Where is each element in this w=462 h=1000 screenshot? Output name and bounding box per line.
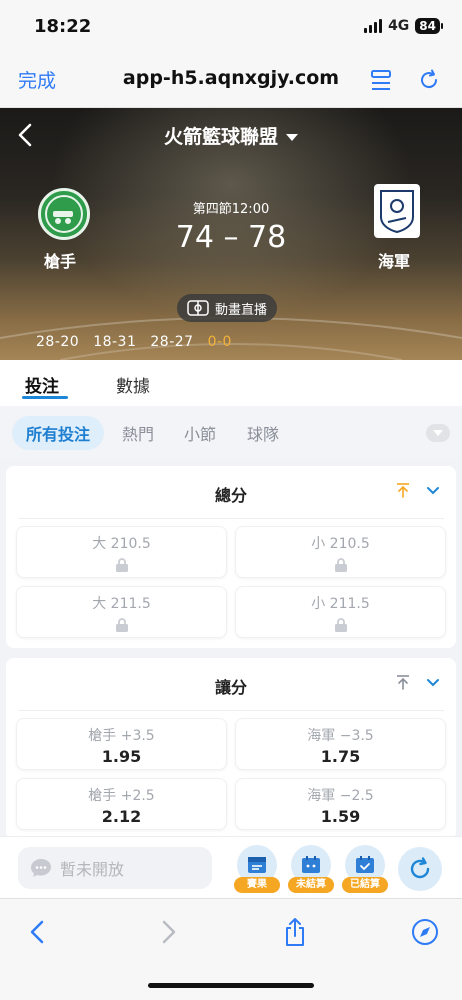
quarter-score: 18-31 — [93, 334, 137, 350]
odds-label: 大 211.5 — [92, 596, 151, 612]
chevron-down-icon — [433, 430, 443, 436]
market-actions — [396, 482, 440, 498]
odds-value: 1.75 — [320, 747, 361, 766]
browser-toolbar — [0, 898, 462, 1000]
network-type: 4G — [388, 18, 410, 34]
match-header: 火箭籃球聯盟 槍手 海軍 第四節12:00 74 – 78 動畫直播 28-20… — [0, 108, 462, 360]
browser-top-bar: 完成 app-h5.aqnxgjy.com — [0, 54, 462, 108]
live-label: 動畫直播 — [214, 302, 267, 318]
odds-under-210-5[interactable]: 小 210.5 — [235, 526, 446, 578]
chat-input[interactable]: 暫未開放 — [18, 847, 212, 889]
active-tab-indicator — [22, 396, 68, 399]
browser-forward-icon[interactable] — [152, 915, 186, 949]
market-title: 讓分 — [214, 678, 247, 697]
settled-button[interactable]: 已結算 — [342, 845, 388, 893]
odds-label: 槍手 +3.5 — [88, 728, 155, 744]
odds-label: 小 211.5 — [311, 596, 370, 612]
chevron-down-icon[interactable] — [426, 486, 440, 495]
odds-label: 小 210.5 — [311, 536, 370, 552]
main-tabs: 投注 數據 — [0, 360, 462, 406]
odds-home-plus-2-5[interactable]: 槍手 +2.5 2.12 — [16, 778, 227, 830]
results-label: 賽果 — [234, 877, 280, 893]
chevron-down-icon[interactable] — [426, 678, 440, 687]
chat-bubble-icon — [31, 859, 51, 877]
market-card-handicap: 讓分 槍手 +3.5 1.95 海軍 −3.5 1.75 槍手 +2.5 2.1… — [6, 658, 456, 840]
caret-down-icon — [286, 134, 298, 141]
odds-over-210-5[interactable]: 大 210.5 — [16, 526, 227, 578]
signal-icon — [364, 19, 383, 33]
tab-bets[interactable]: 投注 — [25, 372, 59, 397]
market-title: 總分 — [214, 486, 247, 505]
animation-live-button[interactable]: 動畫直播 — [177, 294, 277, 322]
divider — [18, 518, 444, 519]
status-indicators: 4G 84 — [364, 18, 443, 34]
lock-icon — [17, 557, 226, 573]
quarter-score: 28-27 — [150, 334, 194, 350]
odds-home-plus-3-5[interactable]: 槍手 +3.5 1.95 — [16, 718, 227, 770]
league-selector[interactable]: 火箭籃球聯盟 — [0, 122, 462, 149]
url-text[interactable]: app-h5.aqnxgjy.com — [123, 67, 339, 89]
filter-all-bets[interactable]: 所有投注 — [12, 416, 105, 450]
results-button[interactable]: 賽果 — [234, 845, 280, 893]
settled-label: 已結算 — [342, 877, 388, 893]
status-time: 18:22 — [34, 16, 92, 37]
unsettled-button[interactable]: 未結算 — [288, 845, 334, 893]
tab-stats[interactable]: 數據 — [116, 372, 150, 397]
battery-icon: 84 — [415, 18, 443, 34]
lock-icon — [17, 617, 226, 633]
quarter-scores: 28-20 18-31 28-27 0-0 — [36, 334, 232, 350]
quarter-score: 28-20 — [36, 334, 80, 350]
refresh-icon — [410, 857, 430, 879]
expand-filters-button[interactable] — [426, 424, 450, 442]
game-period: 第四節12:00 — [192, 202, 270, 217]
pin-top-icon[interactable] — [396, 674, 410, 690]
home-indicator — [148, 983, 314, 988]
lock-icon — [236, 617, 445, 633]
market-card-total: 總分 大 210.5 小 210.5 大 211.5 小 211.5 — [6, 466, 456, 648]
filter-team[interactable]: 球隊 — [233, 416, 293, 450]
unsettled-label: 未結算 — [288, 877, 334, 893]
compass-icon[interactable] — [408, 915, 442, 949]
filter-bar: 所有投注 熱門 小節 球隊 — [0, 406, 462, 458]
divider — [18, 710, 444, 711]
odds-value: 1.59 — [320, 807, 361, 826]
odds-label: 大 210.5 — [92, 536, 151, 552]
tabs-list-icon[interactable] — [366, 65, 396, 95]
odds-over-211-5[interactable]: 大 211.5 — [16, 586, 227, 638]
odds-label: 槍手 +2.5 — [88, 788, 155, 804]
lock-icon — [236, 557, 445, 573]
browser-back-icon[interactable] — [20, 915, 54, 949]
market-actions — [396, 674, 440, 690]
odds-value: 2.12 — [101, 807, 142, 826]
reload-icon[interactable] — [414, 65, 444, 95]
league-name: 火箭籃球聯盟 — [163, 126, 278, 148]
bet-bar: 暫未開放 賽果 未結算 已結算 — [0, 836, 462, 898]
court-icon — [187, 300, 209, 316]
filter-quarter[interactable]: 小節 — [170, 416, 230, 450]
current-quarter-score: 0-0 — [207, 334, 232, 350]
odds-value: 1.95 — [101, 747, 142, 766]
chat-placeholder: 暫未開放 — [60, 860, 125, 879]
done-button[interactable]: 完成 — [18, 66, 56, 93]
odds-label: 海軍 −2.5 — [307, 788, 374, 804]
filter-popular[interactable]: 熱門 — [108, 416, 168, 450]
odds-away-minus-2-5[interactable]: 海軍 −2.5 1.59 — [235, 778, 446, 830]
odds-label: 海軍 −3.5 — [307, 728, 374, 744]
share-icon[interactable] — [278, 915, 312, 949]
pin-top-icon[interactable] — [396, 482, 410, 498]
refresh-button[interactable] — [398, 847, 442, 891]
game-score: 74 – 78 — [175, 220, 287, 255]
odds-away-minus-3-5[interactable]: 海軍 −3.5 1.75 — [235, 718, 446, 770]
odds-under-211-5[interactable]: 小 211.5 — [235, 586, 446, 638]
status-bar: 18:22 4G 84 — [0, 0, 462, 54]
